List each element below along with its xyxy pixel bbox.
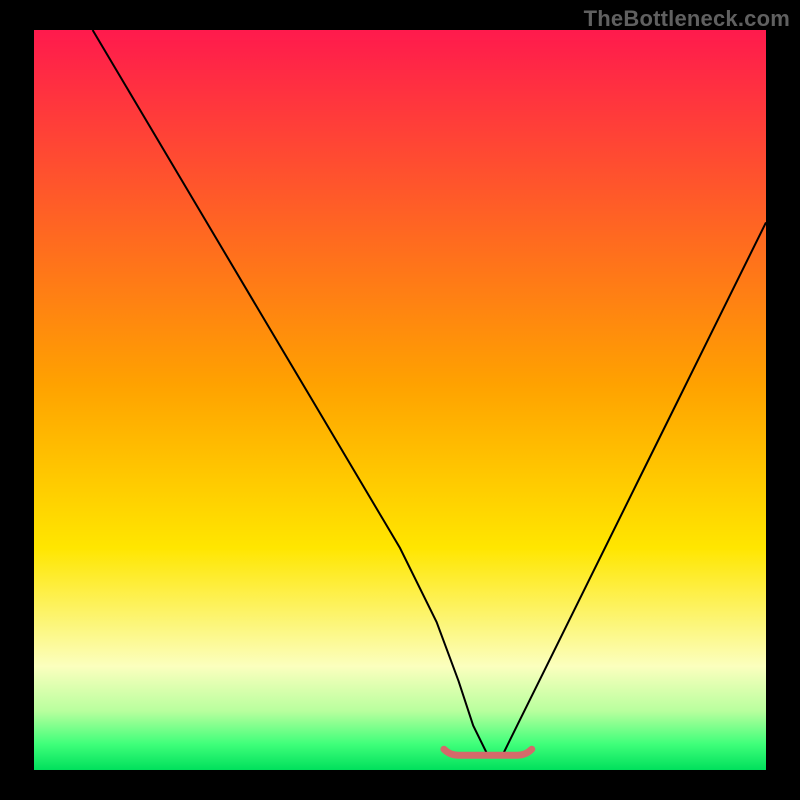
gradient-background (34, 30, 766, 770)
bottleneck-chart (0, 0, 800, 800)
watermark-label: TheBottleneck.com (584, 6, 790, 32)
chart-frame: TheBottleneck.com (0, 0, 800, 800)
